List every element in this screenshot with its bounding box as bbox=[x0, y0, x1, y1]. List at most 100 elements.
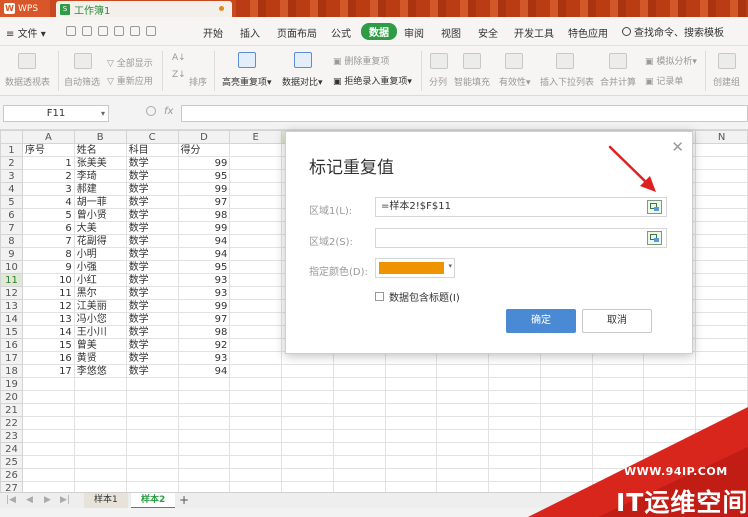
cell[interactable]: 94 bbox=[177, 234, 231, 248]
cell[interactable] bbox=[332, 455, 386, 469]
data-compare-button[interactable]: 数据对比▾ bbox=[282, 75, 323, 88]
cell[interactable]: 17 bbox=[21, 364, 75, 378]
cell[interactable]: 94 bbox=[177, 247, 231, 261]
close-icon[interactable]: ✕ bbox=[671, 140, 684, 155]
cell[interactable] bbox=[229, 403, 283, 417]
cell[interactable]: 数学 bbox=[125, 325, 179, 339]
color-picker[interactable]: ▾ bbox=[375, 258, 455, 278]
cell[interactable]: 小强 bbox=[73, 260, 127, 274]
cell[interactable] bbox=[229, 351, 283, 365]
cell[interactable] bbox=[125, 429, 179, 443]
has-header-checkbox[interactable] bbox=[375, 292, 384, 301]
save-icon[interactable] bbox=[66, 26, 76, 36]
cell[interactable]: 99 bbox=[177, 156, 231, 170]
cell[interactable] bbox=[332, 377, 386, 391]
cell[interactable] bbox=[436, 364, 490, 378]
row-header[interactable]: 4 bbox=[0, 182, 23, 196]
cell[interactable] bbox=[21, 390, 75, 404]
formula-input[interactable] bbox=[181, 105, 748, 122]
cell[interactable]: 94 bbox=[177, 364, 231, 378]
cell[interactable]: 曾小贤 bbox=[73, 208, 127, 222]
delete-duplicates-button[interactable]: ▣ 删除重复项 bbox=[333, 54, 389, 67]
cell[interactable]: 8 bbox=[21, 247, 75, 261]
select-all-corner[interactable] bbox=[0, 130, 23, 144]
menu-formulas[interactable]: 公式 bbox=[331, 25, 351, 40]
sort-button[interactable]: 排序 bbox=[189, 75, 207, 88]
insert-dropdown-button[interactable]: 插入下拉列表 bbox=[540, 75, 594, 88]
consolidate-button[interactable]: 合并计算 bbox=[600, 75, 636, 88]
row-header[interactable]: 16 bbox=[0, 338, 23, 352]
cell[interactable] bbox=[384, 377, 438, 391]
cell[interactable]: 姓名 bbox=[73, 143, 127, 157]
cell[interactable]: 数学 bbox=[125, 260, 179, 274]
cell[interactable] bbox=[695, 338, 748, 352]
reapply-button[interactable]: ▽ 重新应用 bbox=[107, 74, 153, 87]
sort-desc-icon[interactable]: Z↓ bbox=[172, 70, 186, 80]
export-pdf-icon[interactable] bbox=[82, 26, 92, 36]
row-header[interactable]: 2 bbox=[0, 156, 23, 170]
smart-fill-button[interactable]: 智能填充 bbox=[454, 75, 490, 88]
cell[interactable] bbox=[73, 468, 127, 482]
cell[interactable] bbox=[125, 481, 179, 492]
cell[interactable]: 15 bbox=[21, 338, 75, 352]
cell[interactable] bbox=[73, 403, 127, 417]
cell[interactable] bbox=[125, 390, 179, 404]
cell[interactable] bbox=[436, 416, 490, 430]
row-header[interactable]: 10 bbox=[0, 260, 23, 274]
cell[interactable] bbox=[281, 390, 334, 404]
cell[interactable]: 序号 bbox=[21, 143, 75, 157]
cell[interactable]: 张美美 bbox=[73, 156, 127, 170]
record-form-button[interactable]: ▣ 记录单 bbox=[645, 74, 683, 87]
cell[interactable] bbox=[436, 468, 490, 482]
reject-duplicates-button[interactable]: ▣ 拒绝录入重复项▾ bbox=[333, 74, 412, 87]
cell[interactable] bbox=[177, 377, 231, 391]
cell[interactable] bbox=[488, 364, 541, 378]
row-header[interactable]: 22 bbox=[0, 416, 23, 430]
cell[interactable]: 黄贤 bbox=[73, 351, 127, 365]
cell[interactable] bbox=[21, 416, 75, 430]
row-header[interactable]: 1 bbox=[0, 143, 23, 157]
cell[interactable]: 99 bbox=[177, 221, 231, 235]
cell[interactable]: 李琦 bbox=[73, 169, 127, 183]
cell[interactable] bbox=[695, 182, 748, 196]
cell[interactable] bbox=[229, 455, 283, 469]
row-header[interactable]: 5 bbox=[0, 195, 23, 209]
cell[interactable] bbox=[229, 221, 283, 235]
cell[interactable] bbox=[332, 390, 386, 404]
menu-review[interactable]: 审阅 bbox=[404, 25, 424, 40]
cell[interactable] bbox=[229, 273, 283, 287]
column-header[interactable]: N bbox=[695, 130, 748, 144]
cell[interactable]: 95 bbox=[177, 169, 231, 183]
cell[interactable] bbox=[229, 182, 283, 196]
cell[interactable] bbox=[539, 364, 593, 378]
cell[interactable] bbox=[384, 364, 438, 378]
cell[interactable] bbox=[436, 377, 490, 391]
row-header[interactable]: 26 bbox=[0, 468, 23, 482]
cell[interactable] bbox=[73, 416, 127, 430]
cell[interactable] bbox=[332, 429, 386, 443]
cell[interactable] bbox=[281, 481, 334, 492]
row-header[interactable]: 13 bbox=[0, 299, 23, 313]
cell[interactable]: 数学 bbox=[125, 195, 179, 209]
cell[interactable]: 小明 bbox=[73, 247, 127, 261]
row-header[interactable]: 11 bbox=[0, 273, 23, 287]
cell[interactable] bbox=[177, 429, 231, 443]
ok-button[interactable]: 确定 bbox=[506, 309, 576, 333]
cell[interactable] bbox=[695, 156, 748, 170]
cell[interactable] bbox=[21, 403, 75, 417]
cell[interactable]: 98 bbox=[177, 325, 231, 339]
file-menu[interactable]: ≡ 文件 ▾ bbox=[6, 25, 46, 40]
range-select-icon[interactable] bbox=[647, 231, 662, 245]
redo-icon[interactable] bbox=[146, 26, 156, 36]
cell[interactable] bbox=[384, 468, 438, 482]
cell[interactable] bbox=[695, 143, 748, 157]
cell[interactable] bbox=[177, 403, 231, 417]
cell[interactable] bbox=[695, 286, 748, 300]
cell[interactable]: 10 bbox=[21, 273, 75, 287]
cell[interactable] bbox=[281, 364, 334, 378]
cell[interactable]: 冯小您 bbox=[73, 312, 127, 326]
cell[interactable] bbox=[436, 403, 490, 417]
cell[interactable] bbox=[229, 312, 283, 326]
cell[interactable]: 胡一菲 bbox=[73, 195, 127, 209]
menu-insert[interactable]: 插入 bbox=[240, 25, 260, 40]
